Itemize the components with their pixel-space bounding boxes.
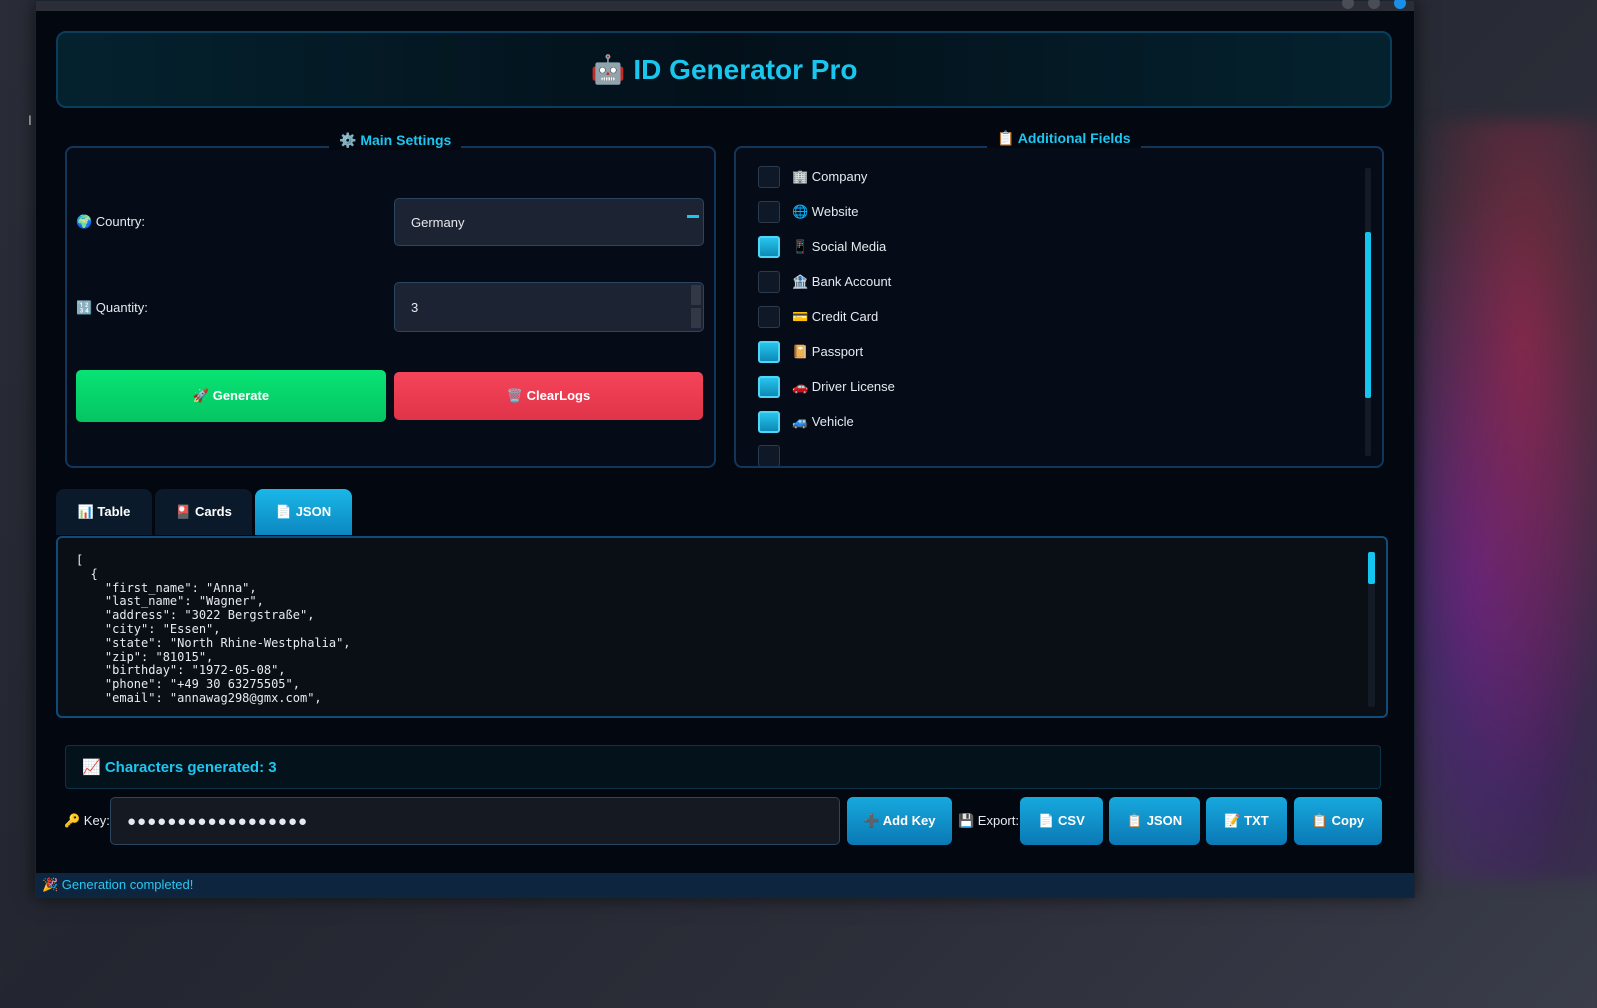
add-key-button[interactable]: ➕ Add Key	[847, 797, 952, 845]
status-bar: 🎉 Generation completed!	[36, 873, 1414, 897]
fields-scrollbar[interactable]	[1365, 168, 1371, 456]
close-icon[interactable]	[1394, 0, 1406, 9]
robot-icon: 🤖	[590, 54, 626, 85]
main-settings-title: ⚙️ Main Settings	[329, 130, 462, 150]
main-settings-group: ⚙️ Main Settings 🌍 Country: Germany 🔢 Qu…	[65, 130, 716, 468]
tab-table[interactable]: 📊 Table	[56, 489, 152, 535]
field-checkbox[interactable]	[758, 445, 780, 466]
country-label: 🌍 Country:	[76, 214, 145, 229]
additional-fields-title: 📋 Additional Fields	[987, 128, 1141, 148]
field-label: 📔 Passport	[792, 344, 864, 359]
field-label: 💳 Credit Card	[792, 309, 879, 324]
fields-scrollbar-thumb[interactable]	[1365, 232, 1371, 398]
window-titlebar[interactable]	[36, 0, 1414, 11]
field-row[interactable]: 📱 Social Media	[758, 235, 886, 259]
field-label: 🚗 Driver License	[792, 379, 895, 394]
api-key-input[interactable]: ●●●●●●●●●●●●●●●●●●	[110, 797, 840, 845]
characters-generated-text: 📈 Characters generated: 3	[82, 759, 277, 776]
key-label: 🔑 Key:	[64, 813, 110, 828]
field-label: 🌐 Website	[792, 204, 859, 219]
field-checkbox[interactable]	[758, 306, 780, 328]
partial-field-row	[758, 444, 780, 466]
country-value: Germany	[411, 214, 465, 230]
field-row[interactable]: 🚙 Vehicle	[758, 410, 854, 434]
field-checkbox[interactable]	[758, 236, 780, 258]
field-checkbox[interactable]	[758, 376, 780, 398]
json-output-panel[interactable]: [ { "first_name": "Anna", "last_name": "…	[56, 536, 1388, 718]
json-scrollbar[interactable]	[1368, 552, 1375, 707]
quantity-value: 3	[411, 299, 419, 315]
export-csv-button[interactable]: 📄 CSV	[1020, 797, 1103, 845]
quantity-spinbox[interactable]: 3	[394, 282, 704, 332]
field-label: 🚙 Vehicle	[792, 414, 854, 429]
field-checkbox[interactable]	[758, 271, 780, 293]
app-window: 🤖 ID Generator Pro ⚙️ Main Settings 🌍 Cou…	[35, 0, 1415, 898]
field-label: 🏢 Company	[792, 169, 868, 184]
text-cursor-icon: I	[28, 112, 32, 128]
field-row[interactable]: 🏦 Bank Account	[758, 270, 891, 294]
clear-logs-button[interactable]: 🗑️ ClearLogs	[394, 372, 703, 420]
app-header: 🤖 ID Generator Pro	[56, 31, 1392, 108]
field-checkbox[interactable]	[758, 201, 780, 223]
characters-generated-panel: 📈 Characters generated: 3	[65, 745, 1381, 789]
status-text: 🎉 Generation completed!	[42, 877, 194, 892]
field-checkbox[interactable]	[758, 411, 780, 433]
field-label: 🏦 Bank Account	[792, 274, 892, 289]
json-output-text[interactable]: [ { "first_name": "Anna", "last_name": "…	[76, 553, 351, 706]
field-row[interactable]: 📔 Passport	[758, 340, 863, 364]
field-checkbox[interactable]	[758, 166, 780, 188]
dropdown-toggle-icon[interactable]	[687, 215, 699, 218]
field-checkbox[interactable]	[758, 341, 780, 363]
field-row[interactable]: 💳 Credit Card	[758, 305, 878, 329]
copy-button[interactable]: 📋 Copy	[1294, 797, 1382, 845]
spin-down-icon[interactable]	[691, 308, 701, 328]
additional-fields-group: 🏢 Company 🌐 Website 📱 Social Media 🏦 Bank A…	[734, 146, 1384, 468]
spin-up-icon[interactable]	[691, 285, 701, 305]
field-row[interactable]: 🌐 Website	[758, 200, 859, 224]
country-select[interactable]: Germany	[394, 198, 704, 246]
export-txt-button[interactable]: 📝 TXT	[1206, 797, 1287, 845]
app-title: 🤖 ID Generator Pro	[590, 54, 858, 85]
tab-json[interactable]: 📄 JSON	[255, 489, 352, 535]
field-label: 📱 Social Media	[792, 239, 887, 254]
maximize-icon[interactable]	[1368, 0, 1380, 9]
quantity-label: 🔢 Quantity:	[76, 300, 148, 315]
generate-button[interactable]: 🚀 Generate	[76, 370, 386, 422]
export-json-button[interactable]: 📋 JSON	[1109, 797, 1200, 845]
tab-cards[interactable]: 🎴 Cards	[155, 489, 252, 535]
minimize-icon[interactable]	[1342, 0, 1354, 9]
json-scrollbar-thumb[interactable]	[1368, 552, 1375, 584]
field-row[interactable]: 🏢 Company	[758, 165, 867, 189]
export-label: 💾 Export:	[958, 813, 1019, 828]
field-row[interactable]: 🚗 Driver License	[758, 375, 895, 399]
